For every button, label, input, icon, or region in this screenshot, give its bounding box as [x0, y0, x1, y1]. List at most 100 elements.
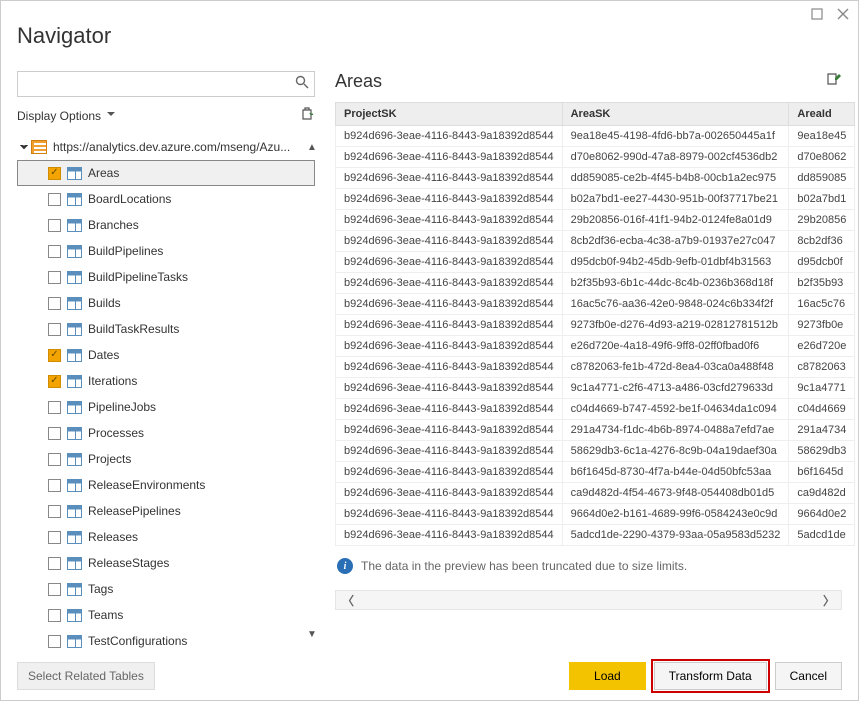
checkbox[interactable]	[48, 427, 61, 440]
table-icon	[67, 609, 82, 622]
table-row[interactable]: b924d696-3eae-4116-8443-9a18392d85449273…	[336, 315, 855, 336]
checkbox[interactable]	[48, 167, 61, 180]
tree-item-builds[interactable]: Builds	[17, 290, 315, 316]
edit-query-icon[interactable]	[826, 71, 842, 92]
truncation-notice: i The data in the preview has been trunc…	[335, 546, 842, 586]
tree-item-pipelinejobs[interactable]: PipelineJobs	[17, 394, 315, 420]
tree-item-areas[interactable]: Areas	[17, 160, 315, 186]
tree-item-projects[interactable]: Projects	[17, 446, 315, 472]
table-icon	[67, 505, 82, 518]
tree-item-dates[interactable]: Dates	[17, 342, 315, 368]
tree-item-releases[interactable]: Releases	[17, 524, 315, 550]
cancel-button[interactable]: Cancel	[775, 662, 842, 690]
checkbox[interactable]	[48, 609, 61, 622]
tree-item-label: PipelineJobs	[88, 400, 156, 414]
tree-item-buildpipelinetasks[interactable]: BuildPipelineTasks	[17, 264, 315, 290]
table-row[interactable]: b924d696-3eae-4116-8443-9a18392d8544b2f3…	[336, 273, 855, 294]
tree-item-teams[interactable]: Teams	[17, 602, 315, 628]
column-header[interactable]: AreaId	[789, 103, 855, 126]
tree-item-testconfigurations[interactable]: TestConfigurations	[17, 628, 315, 648]
table-icon	[67, 297, 82, 310]
table-row[interactable]: b924d696-3eae-4116-8443-9a18392d8544dd85…	[336, 168, 855, 189]
preview-title: Areas	[335, 71, 382, 92]
table-row[interactable]: b924d696-3eae-4116-8443-9a18392d85445862…	[336, 441, 855, 462]
checkbox[interactable]	[48, 297, 61, 310]
checkbox[interactable]	[48, 531, 61, 544]
tree-item-label: Releases	[88, 530, 138, 544]
tree-item-label: ReleasePipelines	[88, 504, 181, 518]
transform-data-button[interactable]: Transform Data	[654, 662, 767, 690]
scroll-left-icon[interactable]: 〈	[342, 592, 354, 609]
table-icon	[67, 167, 82, 180]
table-row[interactable]: b924d696-3eae-4116-8443-9a18392d8544d70e…	[336, 147, 855, 168]
table-icon	[67, 323, 82, 336]
table-row[interactable]: b924d696-3eae-4116-8443-9a18392d854416ac…	[336, 294, 855, 315]
table-row[interactable]: b924d696-3eae-4116-8443-9a18392d8544e26d…	[336, 336, 855, 357]
tree-item-branches[interactable]: Branches	[17, 212, 315, 238]
load-button[interactable]: Load	[569, 662, 646, 690]
tree-item-tags[interactable]: Tags	[17, 576, 315, 602]
tree-source-node[interactable]: https://analytics.dev.azure.com/mseng/Az…	[17, 134, 315, 160]
tree-item-releasepipelines[interactable]: ReleasePipelines	[17, 498, 315, 524]
tree-item-processes[interactable]: Processes	[17, 420, 315, 446]
checkbox[interactable]	[48, 557, 61, 570]
checkbox[interactable]	[48, 245, 61, 258]
table-row[interactable]: b924d696-3eae-4116-8443-9a18392d85448cb2…	[336, 231, 855, 252]
tree-item-label: BoardLocations	[88, 192, 171, 206]
tree-item-iterations[interactable]: Iterations	[17, 368, 315, 394]
table-icon	[67, 427, 82, 440]
table-row[interactable]: b924d696-3eae-4116-8443-9a18392d85449664…	[336, 504, 855, 525]
navigator-tree[interactable]: https://analytics.dev.azure.com/mseng/Az…	[17, 134, 315, 648]
checkbox[interactable]	[48, 349, 61, 362]
checkbox[interactable]	[48, 193, 61, 206]
table-row[interactable]: b924d696-3eae-4116-8443-9a18392d854429b2…	[336, 210, 855, 231]
checkbox[interactable]	[48, 219, 61, 232]
scroll-up-icon[interactable]: ▲	[305, 142, 315, 153]
table-icon	[67, 375, 82, 388]
table-row[interactable]: b924d696-3eae-4116-8443-9a18392d8544b02a…	[336, 189, 855, 210]
search-icon[interactable]	[295, 75, 309, 92]
table-icon	[67, 193, 82, 206]
table-icon	[67, 453, 82, 466]
checkbox[interactable]	[48, 505, 61, 518]
checkbox[interactable]	[48, 375, 61, 388]
tree-item-releaseenvironments[interactable]: ReleaseEnvironments	[17, 472, 315, 498]
checkbox[interactable]	[48, 271, 61, 284]
checkbox[interactable]	[48, 401, 61, 414]
table-row[interactable]: b924d696-3eae-4116-8443-9a18392d85445adc…	[336, 525, 855, 546]
table-row[interactable]: b924d696-3eae-4116-8443-9a18392d8544c04d…	[336, 399, 855, 420]
tree-item-label: Processes	[88, 426, 144, 440]
table-row[interactable]: b924d696-3eae-4116-8443-9a18392d8544ca9d…	[336, 483, 855, 504]
tree-item-releasestages[interactable]: ReleaseStages	[17, 550, 315, 576]
table-row[interactable]: b924d696-3eae-4116-8443-9a18392d8544b6f1…	[336, 462, 855, 483]
column-header[interactable]: ProjectSK	[336, 103, 563, 126]
column-header[interactable]: AreaSK	[562, 103, 789, 126]
tree-item-label: Dates	[88, 348, 119, 362]
tree-item-buildpipelines[interactable]: BuildPipelines	[17, 238, 315, 264]
table-row[interactable]: b924d696-3eae-4116-8443-9a18392d85449ea1…	[336, 126, 855, 147]
table-row[interactable]: b924d696-3eae-4116-8443-9a18392d8544d95d…	[336, 252, 855, 273]
checkbox[interactable]	[48, 453, 61, 466]
search-input[interactable]	[17, 71, 315, 97]
table-row[interactable]: b924d696-3eae-4116-8443-9a18392d85449c1a…	[336, 378, 855, 399]
tree-item-label: Teams	[88, 608, 123, 622]
maximize-icon[interactable]	[808, 5, 826, 23]
checkbox[interactable]	[48, 323, 61, 336]
checkbox[interactable]	[48, 479, 61, 492]
expand-icon[interactable]	[20, 141, 28, 149]
tree-item-boardlocations[interactable]: BoardLocations	[17, 186, 315, 212]
checkbox[interactable]	[48, 583, 61, 596]
close-icon[interactable]	[834, 5, 852, 23]
scroll-right-icon[interactable]: 〉	[823, 592, 835, 609]
table-row[interactable]: b924d696-3eae-4116-8443-9a18392d8544c878…	[336, 357, 855, 378]
horizontal-scrollbar[interactable]: 〈 〉	[335, 590, 842, 610]
tree-scrollbar[interactable]: ▲ ▼	[305, 142, 315, 640]
checkbox[interactable]	[48, 635, 61, 648]
scroll-down-icon[interactable]: ▼	[305, 629, 315, 640]
display-options-dropdown[interactable]: Display Options	[17, 109, 115, 123]
refresh-icon[interactable]	[301, 107, 315, 124]
tree-item-buildtaskresults[interactable]: BuildTaskResults	[17, 316, 315, 342]
table-row[interactable]: b924d696-3eae-4116-8443-9a18392d8544291a…	[336, 420, 855, 441]
odata-source-icon	[31, 140, 47, 154]
select-related-tables-button[interactable]: Select Related Tables	[17, 662, 155, 690]
